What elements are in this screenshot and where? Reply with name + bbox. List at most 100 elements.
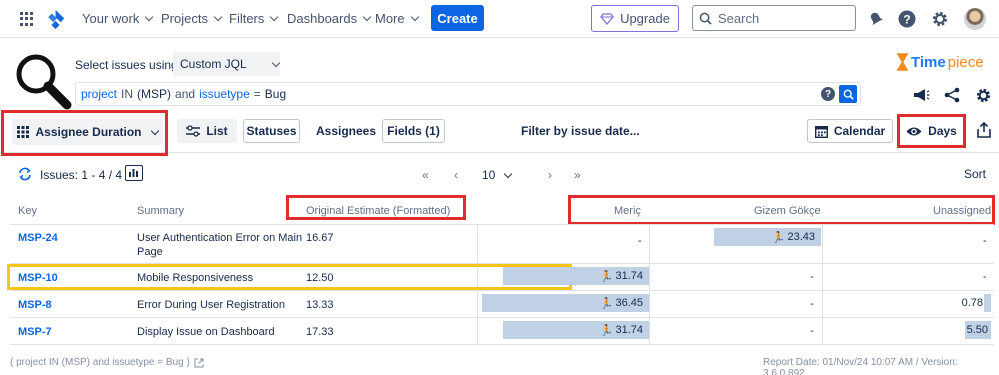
notifications-icon[interactable]	[865, 9, 885, 29]
search-icon	[843, 89, 854, 100]
brand-name-a: Time	[911, 53, 946, 71]
export-icon[interactable]	[975, 121, 993, 139]
eye-icon	[906, 127, 922, 135]
issue-key-link[interactable]: MSP-7	[18, 325, 52, 339]
issue-key-link[interactable]: MSP-10	[18, 271, 58, 285]
filter-by-date-button[interactable]: Filter by issue date...	[521, 124, 640, 138]
days-toggle[interactable]: Days	[902, 119, 961, 143]
timepiece-logo: Time piece	[896, 53, 984, 71]
page-size-value: 10	[482, 168, 496, 182]
runner-icon: 🏃	[599, 270, 614, 283]
duration-bar: 🏃 36.45	[482, 294, 649, 312]
issue-estimate: 12.50	[306, 272, 334, 284]
chevron-down-icon	[213, 12, 223, 22]
fields-label: Fields (1)	[387, 124, 440, 138]
header-original-estimate[interactable]: Original Estimate (Formatted)	[306, 205, 450, 217]
nav-more[interactable]: More	[375, 11, 419, 26]
report-info: Report Date: 01/Nov/24 10:07 AM / Versio…	[763, 357, 958, 375]
upgrade-button[interactable]: Upgrade	[591, 5, 679, 32]
nav-projects-label: Projects	[161, 11, 208, 26]
chevron-down-icon	[410, 12, 419, 22]
chevron-down-icon	[150, 126, 159, 135]
duration-bar: 5.50	[965, 321, 991, 339]
jql-query-input[interactable]: project IN (MSP) and issuetype = Bug	[75, 82, 861, 106]
jql-and: and	[175, 87, 196, 101]
nav-filters[interactable]: Filters	[229, 11, 279, 26]
jql-operator-equals: =	[253, 87, 261, 101]
nav-dashboards[interactable]: Dashboards	[287, 11, 372, 26]
duration-cell: -	[810, 298, 814, 310]
nav-your-work-label: Your work	[82, 11, 140, 26]
issue-key-link[interactable]: MSP-8	[18, 298, 52, 312]
page-size-select[interactable]: 10	[482, 168, 513, 182]
nav-dashboards-label: Dashboards	[287, 11, 358, 26]
issue-estimate: 17.33	[306, 326, 334, 338]
issues-count: Issues: 1 - 4 / 4	[40, 168, 123, 182]
jql-value-issuetype: Bug	[264, 87, 287, 101]
issue-summary: User Authentication Error on Main	[137, 232, 303, 244]
report-type-dropdown[interactable]: Assignee Duration	[12, 119, 163, 145]
header-key[interactable]: Key	[18, 205, 37, 217]
share-icon[interactable]	[943, 86, 961, 104]
fields-button[interactable]: Fields (1)	[382, 119, 445, 143]
settings-gear-icon[interactable]	[930, 9, 950, 29]
duration-cell: -	[638, 235, 642, 247]
duration-cell: -	[983, 235, 987, 247]
header-assignee-gizem[interactable]: Gizem Gökçe	[754, 205, 821, 217]
grid-icon	[17, 126, 30, 138]
create-button[interactable]: Create	[431, 5, 484, 31]
settings-gear-icon[interactable]	[974, 86, 992, 104]
external-link-icon[interactable]	[194, 358, 204, 368]
column-divider	[822, 224, 823, 344]
brand-name-b: piece	[947, 53, 984, 71]
announcement-icon[interactable]	[912, 86, 930, 104]
chart-toggle-icon[interactable]	[125, 165, 143, 181]
issue-summary: Display Issue on Dashboard	[137, 326, 275, 338]
chevron-down-icon	[504, 169, 513, 178]
jql-field-issuetype: issuetype	[199, 87, 250, 101]
duration-value: 5.50	[966, 324, 988, 336]
search-input[interactable]: Search	[692, 5, 856, 31]
assignees-button[interactable]: Assignees	[316, 124, 376, 138]
header-assignee-meric[interactable]: Meriç	[614, 205, 641, 217]
app-switcher-icon[interactable]	[20, 12, 34, 26]
header-summary[interactable]: Summary	[137, 205, 184, 217]
header-divider	[10, 224, 994, 225]
duration-bar: 🏃 23.43	[714, 228, 821, 246]
statuses-label: Statuses	[246, 124, 297, 138]
sort-button[interactable]: Sort	[964, 167, 986, 181]
nav-your-work[interactable]: Your work	[82, 11, 154, 26]
list-button[interactable]: List	[177, 119, 237, 143]
header-unassigned[interactable]: Unassigned	[933, 205, 991, 217]
column-divider	[649, 224, 650, 344]
nav-projects[interactable]: Projects	[161, 11, 223, 26]
user-avatar[interactable]	[964, 8, 986, 30]
issue-key-link[interactable]: MSP-24	[18, 231, 58, 245]
query-mode-value: Custom JQL	[180, 57, 247, 71]
help-icon[interactable]: ?	[897, 9, 917, 29]
first-page-icon[interactable]: «	[422, 168, 429, 182]
sliders-icon	[186, 125, 201, 137]
jql-help-icon[interactable]: ?	[821, 87, 835, 101]
next-page-icon[interactable]: ›	[548, 168, 552, 182]
issue-summary: Error During User Registration	[137, 299, 285, 311]
runner-icon: 🏃	[599, 324, 614, 337]
calendar-button[interactable]: Calendar	[807, 119, 893, 143]
duration-cell: -	[810, 325, 814, 337]
issue-summary-cont: Page	[137, 246, 163, 258]
nav-more-label: More	[375, 11, 405, 26]
query-mode-select[interactable]: Custom JQL	[173, 52, 280, 76]
prev-page-icon[interactable]: ‹	[454, 168, 458, 182]
highlight-row-msp10	[7, 264, 572, 290]
run-query-button[interactable]	[839, 85, 857, 103]
duration-bar: 🏃 31.74	[503, 321, 649, 339]
jira-logo-icon[interactable]	[45, 8, 67, 30]
jql-field-project: project	[81, 87, 118, 101]
refresh-icon[interactable]	[18, 167, 32, 184]
nav-filters-label: Filters	[229, 11, 265, 26]
svg-text:?: ?	[903, 13, 910, 27]
runner-icon: 🏃	[771, 231, 786, 244]
last-page-icon[interactable]: »	[574, 168, 581, 182]
row-divider	[10, 344, 994, 345]
statuses-button[interactable]: Statuses	[243, 119, 300, 143]
